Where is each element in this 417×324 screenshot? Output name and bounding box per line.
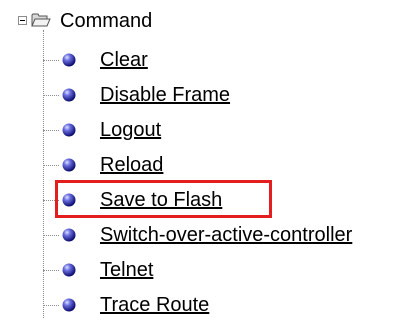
blue-sphere-bullet-icon [62,298,76,312]
tree-guide-line [43,30,44,318]
tree-connector [43,235,59,236]
tree-connector [43,305,59,306]
collapse-minus-icon[interactable] [18,16,27,25]
clear-link[interactable]: Clear [100,48,148,72]
blue-sphere-bullet-icon [62,263,76,277]
tree-connector [43,270,59,271]
blue-sphere-bullet-icon [62,88,76,102]
telnet-link[interactable]: Telnet [100,258,153,282]
command-tree: Command Clear Disable Frame Logout Reloa… [0,0,417,324]
tree-connector [43,165,59,166]
tree-connector [43,200,59,201]
tree-connector [43,60,59,61]
blue-sphere-bullet-icon [62,53,76,67]
disable-frame-link[interactable]: Disable Frame [100,83,230,107]
blue-sphere-bullet-icon [62,193,76,207]
blue-sphere-bullet-icon [62,123,76,137]
save-to-flash-link[interactable]: Save to Flash [100,188,222,212]
trace-route-link[interactable]: Trace Route [100,293,209,317]
open-folder-icon [31,13,51,27]
tree-root-label: Command [60,10,153,32]
logout-link[interactable]: Logout [100,118,161,142]
tree-connector [43,95,59,96]
reload-link[interactable]: Reload [100,153,163,177]
tree-connector [43,130,59,131]
blue-sphere-bullet-icon [62,158,76,172]
blue-sphere-bullet-icon [62,228,76,242]
switch-over-active-controller-link[interactable]: Switch-over-active-controller [100,223,352,247]
